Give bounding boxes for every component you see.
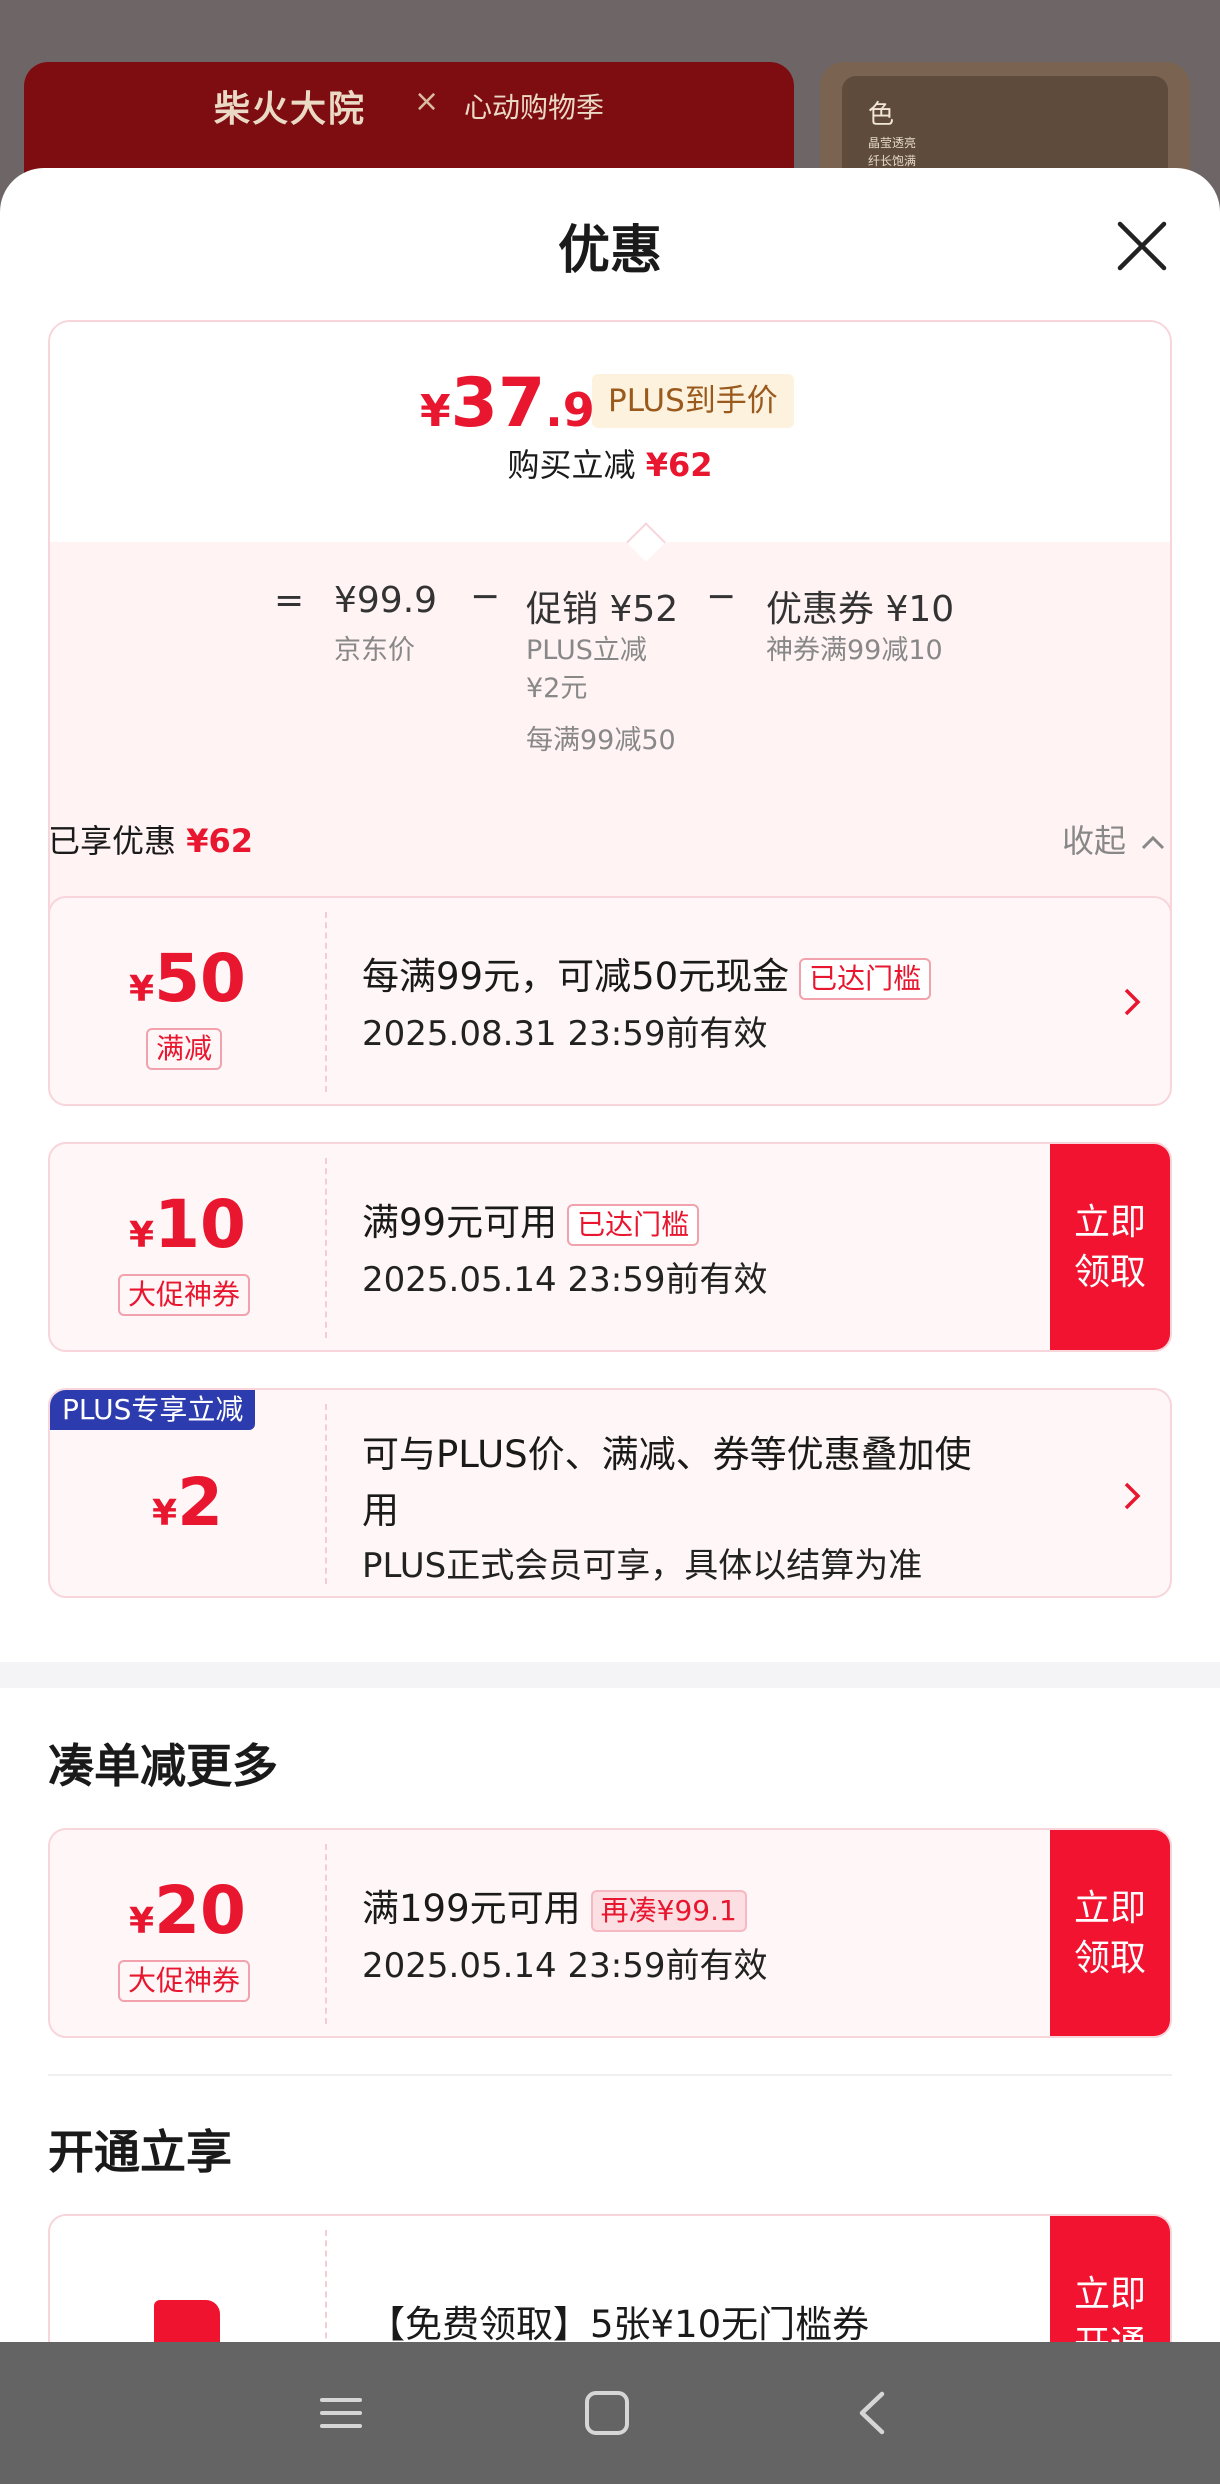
enjoyed-discounts: 已享优惠 ¥62 [48,822,253,860]
add-more-tag: 再凑¥99.1 [590,1889,747,1932]
product-card-desc: 晶莹透亮 纤长饱满 [868,136,917,168]
equals-sign: = [274,580,305,621]
threshold-met-tag: 已达门槛 [799,957,932,1000]
coupon-card-plus[interactable]: PLUS专享立减 ¥2 可与PLUS价、满减、券等优惠叠加使 用 PLUS正式会… [48,1388,1172,1598]
system-navigation-bar [0,2342,1220,2484]
jd-price: ¥99.9 [334,580,438,621]
coupon-amount: 优惠券 ¥10 [766,589,955,630]
promo-sub-plus: PLUS立减 [526,635,647,666]
plus-note: PLUS正式会员可享，具体以结算为准 [362,1546,923,1586]
chevron-right-icon[interactable] [1116,982,1146,1022]
claim-now-button[interactable]: 立即 领取 [1050,1830,1170,2036]
open-now-button[interactable]: 立即 开通 [1050,2216,1170,2342]
baitiao-icon: 白条 [154,2300,220,2342]
plus-description-line2: 用 [362,1489,399,1532]
plus-price-tag: PLUS到手价 [592,374,794,428]
coupon-description: 满199元可用 再凑¥99.1 [362,1878,747,1932]
coupon-card-more: ¥20 大促神券 满199元可用 再凑¥99.1 2025.05.14 23:59… [48,1828,1172,2038]
plus-description-line1: 可与PLUS价、满减、券等优惠叠加使 [362,1433,972,1476]
minus-sign: − [706,576,737,617]
banner-cross: × [414,84,440,119]
coupon-type-badge: 大促神券 [118,1960,251,2002]
coupon-type-badge: 满减 [146,1028,223,1070]
baitiao-description: 【免费领取】5张¥10无门槛券 [368,2303,870,2342]
coupon-type-badge: 大促神券 [118,1274,251,1316]
home-icon[interactable] [582,2388,632,2438]
threshold-met-tag: 已达门槛 [567,1203,700,1246]
coupon-value: ¥50 满减 [50,898,325,1104]
coupon-validity: 2025.08.31 23:59前有效 [362,1014,768,1054]
claim-now-button[interactable]: 立即 领取 [1050,1144,1170,1350]
coupon-card-full-reduce[interactable]: ¥50 满减 每满99元，可减50元现金 已达门槛 2025.08.31 23:5… [48,896,1172,1106]
open-benefit-title: 开通立享 [48,2125,232,2179]
close-icon[interactable] [1114,218,1170,274]
more-discounts-title: 凑单减更多 [48,1739,278,1793]
final-price: ¥37.9 [420,364,595,443]
minus-sign: − [470,576,501,617]
coupon-validity: 2025.05.14 23:59前有效 [362,1946,768,1986]
section-divider [0,1662,1220,1688]
divider-line [48,2074,1172,2076]
coupon-card-promo: ¥10 大促神券 满99元可用 已达门槛 2025.05.14 23:59前有效 … [48,1142,1172,1352]
coupon-value: 白条 [50,2216,325,2342]
coupon-description: 满99元可用 已达门槛 [362,1192,700,1246]
promo-sub-plus-amount: ¥2元 [526,673,588,704]
product-card-char: 色 [868,100,895,130]
jd-price-label: 京东价 [334,635,415,666]
chevron-right-icon[interactable] [1116,1476,1146,1516]
coupon-value: ¥2 [152,1464,223,1541]
banner-subtitle: 心动购物季 [464,91,605,124]
menu-icon[interactable] [316,2388,366,2438]
coupon-description: 每满99元，可减50元现金 已达门槛 [362,946,932,1000]
collapse-button[interactable]: 收起 [1062,816,1166,862]
coupon-card-baitiao: 白条 【免费领取】5张¥10无门槛券 立即 开通 [48,2214,1172,2342]
sheet-title: 优惠 [557,221,662,281]
banner-title: 柴火大院 [214,89,367,130]
coupon-sub: 神券满99减10 [766,635,943,666]
back-icon[interactable] [848,2388,898,2438]
promo-amount: 促销 ¥52 [526,589,679,630]
purchase-cut: 购买立减 ¥62 [507,446,713,484]
discount-sheet: 优惠 ¥37.9 PLUS到手价 购买立减 ¥62 = ¥99.9 京东价 − … [0,168,1220,2342]
coupon-validity: 2025.05.14 23:59前有效 [362,1260,768,1300]
promo-sub-full-reduce: 每满99减50 [526,725,676,756]
coupon-value: ¥20 大促神券 [50,1830,325,2036]
chevron-up-icon [1142,835,1165,850]
coupon-value: ¥10 大促神券 [50,1144,325,1350]
